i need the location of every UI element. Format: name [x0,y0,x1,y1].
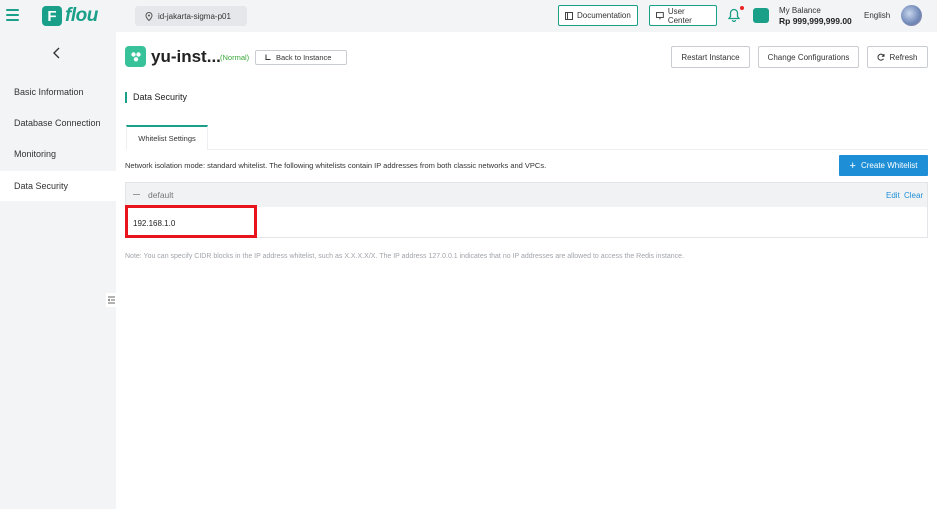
restart-instance-label: Restart Instance [681,52,740,62]
create-whitelist-label: Create Whitelist [860,161,918,170]
whitelist-group-name: default [148,190,174,200]
sidebar-item-basic-information[interactable]: Basic Information [0,77,116,107]
refresh-button[interactable]: Refresh [867,46,928,68]
region-label: id-jakarta-sigma-p01 [158,11,231,21]
language-selector[interactable]: English [864,11,890,20]
chevron-left-icon[interactable] [50,46,64,60]
return-icon [265,54,271,60]
wallet-icon [753,8,769,23]
collapse-sidebar-icon[interactable] [106,293,116,307]
status-badge: (Normal) [220,53,250,62]
documentation-label: Documentation [577,11,631,20]
instance-name: yu-inst... [151,47,221,66]
tab-whitelist-settings[interactable]: Whitelist Settings [126,125,208,150]
sidebar-item-data-security[interactable]: Data Security [0,171,116,201]
cidr-note: Note: You can specify CIDR blocks in the… [125,253,685,260]
instance-icon [125,46,146,67]
location-pin-icon [145,11,153,21]
balance-display: My Balance Rp 999,999,999.00 [779,6,852,26]
avatar[interactable] [901,5,922,26]
notification-bell-icon[interactable] [728,8,740,22]
notification-dot [740,6,744,10]
refresh-icon [877,53,885,61]
change-configurations-label: Change Configurations [767,52,850,62]
highlight-box [125,205,257,238]
sidebar-item-database-connection[interactable]: Database Connection [0,108,116,138]
document-icon [565,11,573,20]
change-configurations-button[interactable]: Change Configurations [758,46,859,68]
tab-label: Whitelist Settings [138,134,196,143]
clear-link[interactable]: Clear [904,191,923,200]
collapse-minus-icon[interactable] [133,194,140,195]
restart-instance-button[interactable]: Restart Instance [671,46,750,68]
refresh-label: Refresh [889,52,918,62]
create-whitelist-button[interactable]: + Create Whitelist [839,155,928,176]
balance-value: Rp 999,999,999.00 [779,16,852,26]
region-selector[interactable]: id-jakarta-sigma-p01 [135,6,247,26]
back-to-instance-button[interactable]: Back to Instance [255,50,347,65]
logo[interactable]: F flou [42,5,98,26]
tab-divider [208,149,928,150]
isolation-mode-info: Network isolation mode: standard whiteli… [125,161,547,170]
user-center-button[interactable]: User Center [649,5,717,26]
top-bar: F flou id-jakarta-sigma-p01 Documentatio… [0,0,937,32]
back-to-instance-label: Back to Instance [276,53,332,62]
monitor-icon [656,11,664,19]
edit-link[interactable]: Edit [886,191,900,200]
sidebar-item-label: Data Security [14,181,69,191]
balance-label: My Balance [779,6,821,15]
menu-icon[interactable] [6,9,19,21]
user-center-label: User Center [667,6,692,25]
sidebar-item-label: Basic Information [14,87,84,97]
sidebar-item-monitoring[interactable]: Monitoring [0,139,116,169]
logo-text: flou [65,5,98,26]
sidebar: Basic Information Database Connection Mo… [0,32,116,509]
page-title: Data Security [125,92,187,103]
logo-mark: F [42,6,62,26]
sidebar-item-label: Monitoring [14,149,57,159]
plus-icon: + [849,159,856,172]
documentation-button[interactable]: Documentation [558,5,638,26]
whitelist-group-header[interactable]: default Edit Clear [126,183,927,207]
sidebar-item-label: Database Connection [14,118,101,128]
